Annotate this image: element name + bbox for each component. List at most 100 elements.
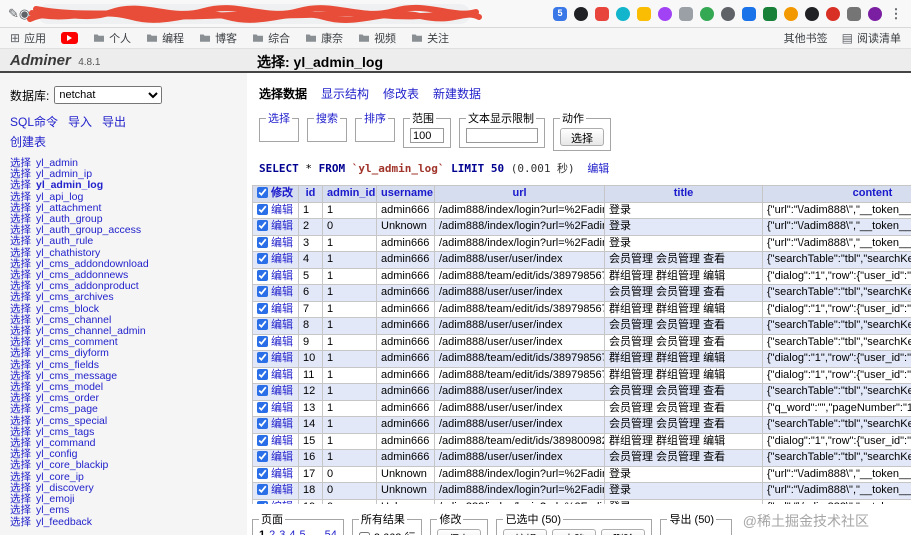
column-sort-link[interactable]: username <box>381 187 433 199</box>
bookmark-folder[interactable]: 综合 <box>252 30 290 46</box>
select-table-link[interactable]: 选择 <box>10 291 31 303</box>
square-extension-icon[interactable] <box>742 6 756 21</box>
row-edit-link[interactable]: 编辑 <box>271 319 293 331</box>
row-edit-link[interactable]: 编辑 <box>271 303 293 315</box>
row-edit-link[interactable]: 编辑 <box>271 435 293 447</box>
table-name-link[interactable]: yl_cms_block <box>36 303 99 315</box>
row-checkbox[interactable] <box>257 220 268 231</box>
row-checkbox[interactable] <box>257 253 268 264</box>
pin-extension-icon[interactable] <box>595 6 609 21</box>
select-table-link[interactable]: 选择 <box>10 516 31 528</box>
select-table-link[interactable]: 选择 <box>10 415 31 427</box>
table-name-link[interactable]: yl_api_log <box>36 191 83 203</box>
row-checkbox[interactable] <box>257 319 268 330</box>
row-checkbox[interactable] <box>257 451 268 462</box>
row-checkbox[interactable] <box>257 335 268 347</box>
table-name-link[interactable]: yl_auth_rule <box>36 235 93 247</box>
shield-extension-icon[interactable] <box>658 6 672 21</box>
row-checkbox[interactable] <box>257 401 268 413</box>
table-name-link[interactable]: yl_cms_page <box>36 403 98 415</box>
row-checkbox[interactable] <box>257 236 268 248</box>
row-edit-link[interactable]: 编辑 <box>271 237 293 249</box>
column-sort-link[interactable]: url <box>512 187 526 199</box>
profile-avatar[interactable] <box>868 6 882 21</box>
page-link[interactable]: 2 <box>269 529 275 535</box>
bookmark-folder[interactable]: 编程 <box>146 30 184 46</box>
row-edit-link[interactable]: 编辑 <box>271 451 293 463</box>
row-edit-link[interactable]: 编辑 <box>271 385 293 397</box>
row-edit-link[interactable]: 编辑 <box>271 418 293 430</box>
database-select[interactable]: netchat <box>54 86 163 104</box>
row-edit-link[interactable]: 编辑 <box>271 369 293 381</box>
person-extension-icon[interactable] <box>721 6 735 21</box>
limit-input[interactable] <box>410 128 444 143</box>
moon-extension-icon[interactable] <box>805 6 819 21</box>
tab-nav[interactable]: 新建数据 <box>433 85 481 102</box>
table-name-link[interactable]: yl_cms_special <box>36 415 107 427</box>
row-checkbox[interactable] <box>257 467 268 479</box>
table-name-link[interactable]: yl_cms_fields <box>36 359 99 371</box>
bookmark-folder[interactable]: 康奈 <box>305 30 343 46</box>
tab-nav[interactable]: 显示结构 <box>321 85 369 102</box>
bookmark-folder[interactable]: 视频 <box>358 30 396 46</box>
sql-command-link[interactable]: SQL命令 <box>10 113 58 130</box>
row-checkbox[interactable] <box>257 286 268 297</box>
table-name-link[interactable]: yl_chathistory <box>36 247 100 259</box>
export-link[interactable]: 导出 <box>102 113 126 130</box>
row-checkbox[interactable] <box>257 434 268 446</box>
select-table-link[interactable]: 选择 <box>10 247 31 259</box>
select-table-link[interactable]: 选择 <box>10 459 31 471</box>
row-edit-link[interactable]: 编辑 <box>271 468 293 480</box>
row-edit-link[interactable]: 编辑 <box>271 336 293 348</box>
leaf-extension-icon[interactable] <box>763 6 777 21</box>
row-edit-link[interactable]: 编辑 <box>271 204 293 216</box>
youtube-bookmark[interactable] <box>61 32 79 44</box>
column-sort-link[interactable]: id <box>306 187 316 199</box>
select-table-link[interactable]: 选择 <box>10 191 31 203</box>
edit-selected-button[interactable]: 编辑 <box>503 529 548 535</box>
apps-shortcut[interactable]: ⊞ 应用 <box>10 30 46 46</box>
select-table-link[interactable]: 选择 <box>10 504 31 516</box>
row-checkbox[interactable] <box>257 302 268 314</box>
page-link[interactable]: 3 <box>279 529 285 535</box>
column-sort-link[interactable]: content <box>853 187 893 199</box>
select-table-link[interactable]: 选择 <box>10 471 31 483</box>
dot-extension-icon[interactable] <box>826 6 840 21</box>
table-name-link[interactable]: yl_core_ip <box>36 471 84 483</box>
row-edit-link[interactable]: 编辑 <box>271 253 293 265</box>
row-edit-link[interactable]: 编辑 <box>271 501 293 505</box>
bookmark-folder[interactable]: 关注 <box>411 30 449 46</box>
delete-selected-button[interactable]: 删除 <box>601 529 646 535</box>
select-table-link[interactable]: 选择 <box>10 235 31 247</box>
page-link[interactable]: 54 <box>325 529 337 535</box>
drop-extension-icon[interactable] <box>616 6 630 21</box>
reading-list[interactable]: ▤ 阅读清单 <box>842 30 901 46</box>
sql-select-keyword[interactable]: SELECT <box>259 162 299 175</box>
puzzle-extension-icon[interactable] <box>847 6 861 21</box>
column-sort-link[interactable]: title <box>674 187 694 199</box>
row-edit-link[interactable]: 编辑 <box>271 220 293 232</box>
search-link[interactable]: 搜索 <box>316 113 338 125</box>
sort-link[interactable]: 排序 <box>364 113 386 125</box>
browser-menu-icon[interactable]: ⋮ <box>889 7 903 21</box>
row-edit-link[interactable]: 编辑 <box>271 402 293 414</box>
bookmark-folder[interactable]: 博客 <box>199 30 237 46</box>
address-bar[interactable] <box>27 3 483 24</box>
row-checkbox[interactable] <box>257 203 268 215</box>
clone-selected-button[interactable]: 克隆 <box>552 529 597 535</box>
sql-edit-link[interactable]: 编辑 <box>587 163 609 175</box>
other-bookmarks[interactable]: 其他书签 <box>780 30 828 46</box>
save-button[interactable]: 保存 <box>437 529 482 535</box>
row-edit-link[interactable]: 编辑 <box>271 484 293 496</box>
circle-extension-icon[interactable] <box>700 6 714 21</box>
create-table-link[interactable]: 创建表 <box>10 135 46 149</box>
select-all-checkbox[interactable] <box>257 187 268 198</box>
bell-extension-icon[interactable] <box>637 6 651 21</box>
row-checkbox[interactable] <box>257 418 268 429</box>
bookmark-folder[interactable]: 个人 <box>93 30 131 46</box>
table-name-link[interactable]: yl_attachment <box>36 202 101 214</box>
record-extension-icon[interactable] <box>574 6 588 21</box>
whole-result-checkbox[interactable] <box>358 531 370 535</box>
table-name-link[interactable]: yl_ems <box>36 504 69 516</box>
select-table-link[interactable]: 选择 <box>10 179 31 191</box>
